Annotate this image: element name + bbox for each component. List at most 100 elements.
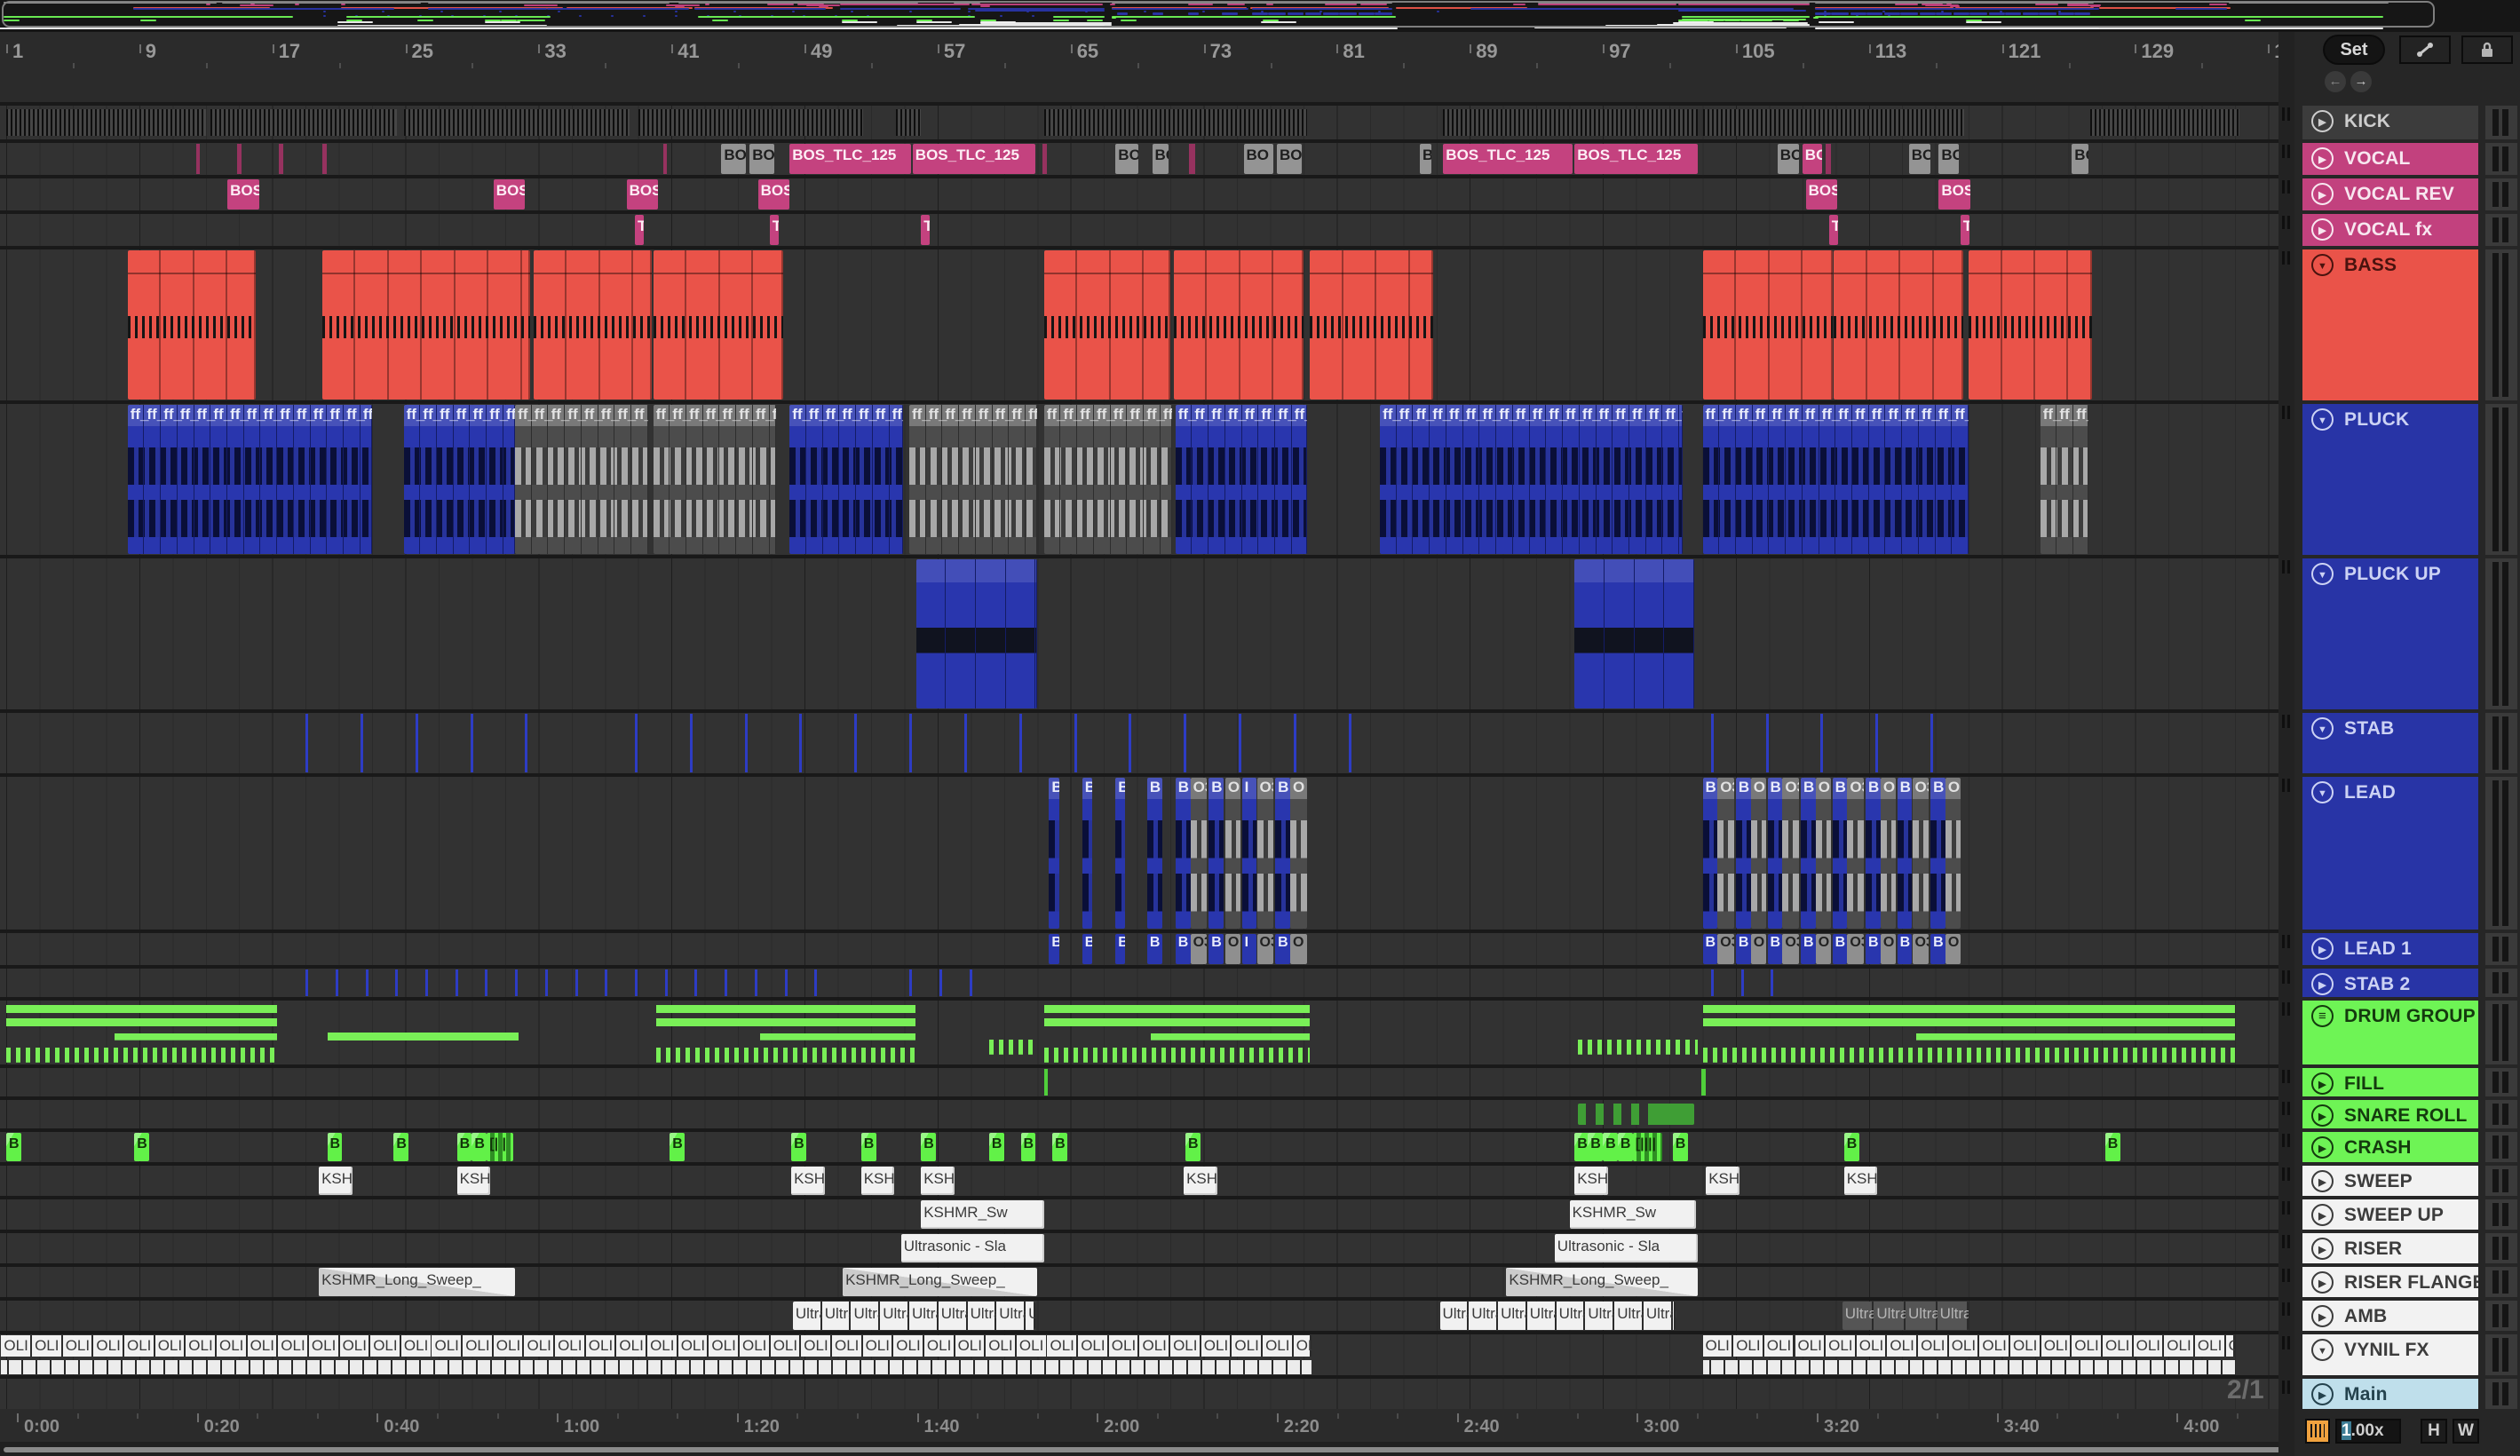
play-icon[interactable]: ▶ (2311, 1238, 2334, 1260)
lane-resize-handle[interactable] (2282, 251, 2290, 265)
lane-resize-handle[interactable] (2282, 715, 2290, 728)
clip-stab2[interactable] (725, 969, 728, 996)
clip-stab2[interactable] (395, 969, 399, 996)
track-header-stab[interactable]: ▼ STAB (2302, 713, 2478, 773)
clip-vocalrev[interactable]: BOS (493, 179, 526, 210)
clip-riser[interactable]: Ultrasonic - Sla (900, 1234, 1044, 1262)
track-header-amb[interactable]: ▶ AMB (2302, 1301, 2478, 1331)
track-header-pluckup[interactable]: ▼ PLUCK UP (2302, 558, 2478, 709)
clip-lead1[interactable]: I (1241, 934, 1257, 964)
clip-sweep[interactable]: KSHM (1843, 1167, 1878, 1195)
clip-lead[interactable]: O (1945, 778, 1961, 929)
clip-lead[interactable]: O3 (1717, 778, 1734, 929)
clip-lead1[interactable]: B (1275, 934, 1290, 964)
clip-bass[interactable] (1173, 250, 1304, 400)
clip-lead[interactable]: O (1815, 778, 1831, 929)
clip-lead[interactable]: O3 (1847, 778, 1865, 929)
play-icon[interactable]: ▶ (2311, 973, 2334, 995)
lane-resize-handle[interactable] (2282, 560, 2290, 574)
bar-ruler[interactable]: 191725334149576573818997105113121129137 (0, 32, 2307, 71)
clip-vocal[interactable] (1188, 144, 1196, 174)
clip-crash[interactable]: B (1020, 1133, 1036, 1161)
clip-vocal[interactable] (321, 144, 327, 174)
clip-stab2[interactable] (575, 969, 578, 996)
clip-lead[interactable]: B (1832, 778, 1848, 929)
clip-crash[interactable]: B (327, 1133, 343, 1161)
track-header-snareroll[interactable]: ▶ SNARE ROLL (2302, 1100, 2478, 1128)
clip-lead[interactable]: B (1897, 778, 1913, 929)
clip-stab[interactable] (525, 714, 528, 772)
clip-stab[interactable] (1074, 714, 1077, 772)
clip-stab2[interactable] (635, 969, 638, 996)
clip-pluck[interactable]: ff_ ff_ ff_ ff_ ff_ ff_ ff_ ff_ ff_ ff_ ff_ ff_ ff_ f… (127, 405, 372, 554)
clip-stab[interactable] (854, 714, 858, 772)
clip-stab2[interactable] (485, 969, 488, 996)
clip-lead1[interactable]: B (1702, 934, 1718, 964)
clip-crash[interactable]: B (472, 1133, 487, 1161)
track-header-kick[interactable]: ▶ KICK (2302, 106, 2478, 139)
group-icon[interactable]: ≡ (2311, 1005, 2334, 1027)
clip-crash[interactable]: B (988, 1133, 1004, 1161)
clip-sweep[interactable]: KSHM (791, 1167, 825, 1195)
clip-lead1[interactable]: O3 (1912, 934, 1930, 964)
clip-lead[interactable]: B (1866, 778, 1881, 929)
fold-icon[interactable]: ▼ (2311, 717, 2334, 740)
clip-stab[interactable] (470, 714, 473, 772)
lane-resize-handle[interactable] (2282, 1269, 2290, 1282)
clip-vocal[interactable]: BO (1777, 144, 1799, 174)
clip-sweep[interactable]: KSHM (1574, 1167, 1608, 1195)
clip-lead[interactable]: B (1275, 778, 1290, 929)
clip-stab[interactable] (1710, 714, 1714, 772)
clip-lead1[interactable]: B (1930, 934, 1945, 964)
lane-resize-handle[interactable] (2282, 1167, 2290, 1181)
clip-fill[interactable] (1700, 1069, 1707, 1096)
audition-waveform-button[interactable] (2305, 1419, 2330, 1444)
clip-bass[interactable] (1043, 250, 1171, 400)
clip-stab2[interactable] (909, 969, 912, 996)
clip-stab[interactable] (1018, 714, 1022, 772)
clip-drumgroup[interactable] (327, 1001, 519, 1064)
play-icon[interactable]: ▶ (2311, 147, 2334, 170)
clip-vocalfx[interactable]: T (769, 215, 779, 245)
clip-drumgroup[interactable] (1578, 1001, 1698, 1064)
clip-drumgroup[interactable] (1702, 1001, 2235, 1064)
track-header-sweepup[interactable]: ▶ SWEEP UP (2302, 1199, 2478, 1230)
clip-vocalrev[interactable]: BOS (1805, 179, 1838, 210)
clip-lead[interactable]: O (1290, 778, 1307, 929)
lane-resize-handle[interactable] (2282, 406, 2290, 419)
clip-vocal[interactable]: BO (1908, 144, 1930, 174)
track-header-sweep[interactable]: ▶ SWEEP (2302, 1166, 2478, 1196)
play-icon[interactable]: ▶ (2311, 1170, 2334, 1192)
clip-vocalrev[interactable]: BOS (227, 179, 259, 210)
track-header-vynilfx[interactable]: ▼ VYNIL FX (2302, 1334, 2478, 1375)
clip-sweepup[interactable]: KSHMR_Sw (1569, 1200, 1696, 1229)
clip-pluck[interactable]: ff_ff_ff_ff_ff_ff_ff_ff_ (515, 405, 648, 554)
clip-lead[interactable]: B (1175, 778, 1191, 929)
track-header-crash[interactable]: ▶ CRASH (2302, 1132, 2478, 1162)
clip-lead1[interactable]: B (1208, 934, 1224, 964)
width-zoom-button[interactable]: W (2453, 1419, 2479, 1444)
lane-resize-handle[interactable] (2282, 935, 2290, 948)
clip-lead[interactable]: O (1880, 778, 1896, 929)
clip-crash[interactable]: B (456, 1133, 472, 1161)
clip-kick[interactable] (638, 109, 863, 136)
clip-pluck[interactable]: ff_ff_ff_ff_ff_ff_ff_ff_ (909, 405, 1038, 554)
clip-stab[interactable] (1293, 714, 1296, 772)
clip-lead[interactable]: O3 (1190, 778, 1208, 929)
clip-stab2[interactable] (939, 969, 942, 996)
clip-kick[interactable] (6, 109, 206, 136)
clip-kick[interactable] (210, 109, 398, 136)
clip-lead1[interactable]: B (1146, 934, 1162, 964)
track-header-main[interactable]: ▶ Main (2302, 1379, 2478, 1409)
clip-crash[interactable]: B (1185, 1133, 1201, 1161)
horizontal-scrollbar[interactable] (4, 1447, 2516, 1452)
clip-stab[interactable] (963, 714, 967, 772)
clip-lead[interactable]: B (1930, 778, 1945, 929)
clip-stab2[interactable] (754, 969, 757, 996)
clip-stab2[interactable] (544, 969, 548, 996)
clip-vocal[interactable]: BO (1152, 144, 1169, 174)
track-header-lead[interactable]: ▼ LEAD (2302, 777, 2478, 930)
lane-resize-handle[interactable] (2282, 1336, 2290, 1349)
play-icon[interactable]: ▶ (2311, 1104, 2334, 1127)
track-header-vocalfx[interactable]: ▶ VOCAL fx (2302, 214, 2478, 246)
